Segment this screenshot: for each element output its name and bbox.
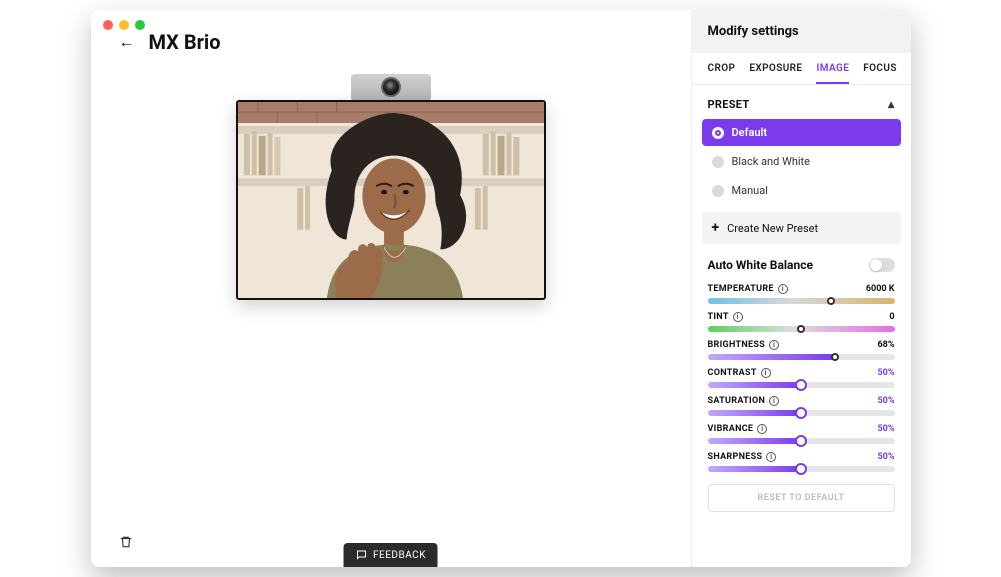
- contrast-track[interactable]: [708, 382, 895, 388]
- back-arrow-icon[interactable]: ←: [119, 32, 135, 52]
- slider-fill: [708, 438, 802, 444]
- reset-button[interactable]: RESET TO DEFAULT: [708, 484, 895, 512]
- slider-thumb[interactable]: [831, 353, 839, 361]
- main-header: ← MX Brio: [119, 30, 667, 54]
- contrast-label: CONTRAST: [708, 368, 757, 378]
- info-icon[interactable]: i: [757, 424, 767, 434]
- preset-list: Default Black and White Manual: [692, 119, 911, 204]
- vibrance-label: VIBRANCE: [708, 424, 754, 434]
- slider-thumb[interactable]: [795, 435, 807, 447]
- tab-crop[interactable]: CROP: [708, 63, 736, 84]
- preset-manual[interactable]: Manual: [702, 177, 901, 204]
- temperature-track[interactable]: [708, 298, 895, 304]
- chat-icon: [355, 549, 367, 561]
- brightness-track[interactable]: [708, 354, 895, 360]
- slider-fill: [708, 354, 835, 360]
- slider-sharpness: SHARPNESSi 50%: [692, 446, 911, 474]
- slider-fill: [708, 466, 802, 472]
- create-preset-button[interactable]: + Create New Preset: [702, 212, 901, 244]
- preset-default[interactable]: Default: [702, 119, 901, 146]
- chevron-up-icon: ▴: [888, 97, 894, 111]
- info-icon[interactable]: i: [769, 396, 779, 406]
- panel-title: Modify settings: [692, 10, 911, 53]
- radio-selected-icon: [712, 127, 724, 139]
- vibrance-track[interactable]: [708, 438, 895, 444]
- slider-thumb[interactable]: [827, 297, 835, 305]
- webcam-device-graphic: [351, 74, 431, 100]
- tint-value: 0: [889, 312, 894, 322]
- settings-tabs: CROP EXPOSURE IMAGE FOCUS: [692, 53, 911, 85]
- sharpness-label: SHARPNESS: [708, 452, 763, 462]
- slider-thumb[interactable]: [795, 379, 807, 391]
- slider-thumb[interactable]: [795, 463, 807, 475]
- preview-container: [115, 74, 667, 300]
- tab-exposure[interactable]: EXPOSURE: [749, 63, 802, 84]
- slider-fill: [708, 382, 802, 388]
- awb-label: Auto White Balance: [708, 258, 813, 272]
- brightness-label: BRIGHTNESS: [708, 340, 766, 350]
- preset-bw[interactable]: Black and White: [702, 148, 901, 175]
- info-icon[interactable]: i: [761, 368, 771, 378]
- slider-thumb[interactable]: [797, 325, 805, 333]
- temperature-value: 6000 K: [866, 284, 895, 294]
- create-preset-label: Create New Preset: [727, 222, 818, 235]
- awb-row: Auto White Balance: [692, 244, 911, 278]
- slider-temperature: TEMPERATURE i 6000 K: [692, 278, 911, 306]
- sharpness-value: 50%: [878, 452, 895, 462]
- info-icon[interactable]: i: [766, 452, 776, 462]
- preset-section-label: PRESET: [708, 98, 750, 111]
- info-icon[interactable]: i: [778, 284, 788, 294]
- awb-toggle[interactable]: [869, 258, 895, 272]
- webcam-lens-icon: [381, 77, 401, 97]
- vibrance-value: 50%: [878, 424, 895, 434]
- slider-contrast: CONTRAST i 50%: [692, 362, 911, 390]
- saturation-label: SATURATION: [708, 396, 766, 406]
- page-title: MX Brio: [149, 30, 221, 54]
- preset-label: Black and White: [732, 155, 811, 168]
- radio-icon: [712, 156, 724, 168]
- contrast-value: 50%: [878, 368, 895, 378]
- slider-saturation: SATURATIONi 50%: [692, 390, 911, 418]
- preset-section-header[interactable]: PRESET ▴: [692, 85, 911, 119]
- preset-label: Default: [732, 126, 768, 139]
- tab-focus[interactable]: FOCUS: [863, 63, 897, 84]
- brightness-value: 68%: [878, 340, 895, 350]
- camera-preview: [236, 100, 546, 300]
- slider-fill: [708, 410, 802, 416]
- feedback-button[interactable]: FEEDBACK: [343, 543, 438, 567]
- info-icon[interactable]: i: [769, 340, 779, 350]
- app-window: ← MX Brio: [91, 10, 911, 567]
- saturation-track[interactable]: [708, 410, 895, 416]
- slider-brightness: BRIGHTNESSi 68%: [692, 334, 911, 362]
- preset-label: Manual: [732, 184, 768, 197]
- plus-icon: +: [712, 220, 720, 236]
- tint-label: TINT: [708, 312, 729, 322]
- feedback-label: FEEDBACK: [373, 550, 426, 561]
- sharpness-track[interactable]: [708, 466, 895, 472]
- slider-vibrance: VIBRANCEi 50%: [692, 418, 911, 446]
- settings-panel: Modify settings CROP EXPOSURE IMAGE FOCU…: [691, 10, 911, 567]
- tint-track[interactable]: [708, 326, 895, 332]
- slider-thumb[interactable]: [795, 407, 807, 419]
- delete-icon[interactable]: [115, 531, 137, 553]
- radio-icon: [712, 185, 724, 197]
- temperature-label: TEMPERATURE: [708, 284, 774, 294]
- main-area: ← MX Brio: [91, 10, 691, 567]
- slider-tint: TINT i 0: [692, 306, 911, 334]
- info-icon[interactable]: i: [733, 312, 743, 322]
- tab-image[interactable]: IMAGE: [816, 63, 849, 84]
- saturation-value: 50%: [878, 396, 895, 406]
